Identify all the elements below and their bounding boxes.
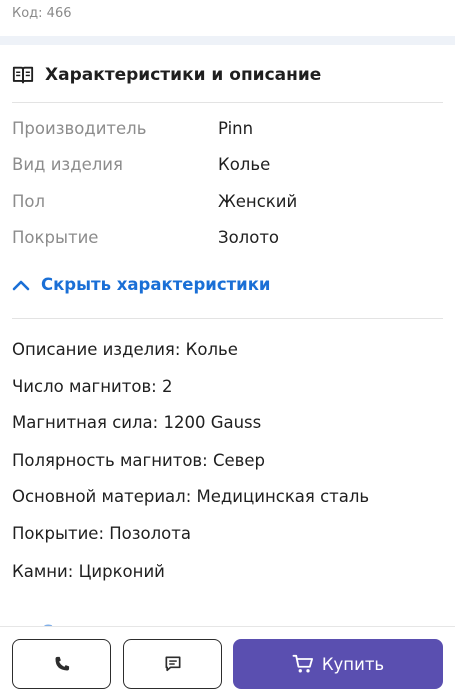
hide-specs-label: Скрыть характеристики (41, 275, 271, 294)
specs-section-title: Характеристики и описание (45, 65, 322, 85)
message-button[interactable] (123, 639, 222, 689)
divider (12, 102, 443, 103)
product-code: Код: 466 (12, 6, 72, 21)
description-line: Описание изделия: Колье (12, 340, 238, 359)
spec-row-product-type: Вид изделия Колье (12, 149, 443, 179)
description-line: Магнитная сила: 1200 Gauss (12, 413, 262, 432)
spec-label: Вид изделия (12, 154, 123, 174)
spec-row-coating: Покрытие Золото (12, 222, 443, 252)
chevron-up-icon (12, 280, 30, 290)
spec-label: Производитель (12, 118, 147, 138)
spec-row-manufacturer: Производитель Pinn (12, 113, 443, 143)
spec-row-gender: Пол Женский (12, 186, 443, 216)
spec-value: Золото (218, 227, 280, 247)
description-line: Число магнитов: 2 (12, 377, 173, 396)
description-line: Покрытие: Позолота (12, 524, 191, 543)
chat-icon (165, 656, 180, 672)
buy-button-label: Купить (321, 654, 385, 674)
call-button[interactable] (12, 639, 111, 689)
description-line: Полярность магнитов: Север (12, 451, 265, 470)
book-icon (12, 66, 34, 84)
specs-section-header: Характеристики и описание (12, 64, 321, 86)
phone-icon (55, 656, 69, 671)
section-separator-band (0, 36, 455, 45)
description-line: Основной материал: Медицинская сталь (12, 487, 370, 506)
spec-label: Покрытие (12, 227, 99, 247)
buy-button[interactable]: Купить (233, 639, 443, 689)
spec-value: Женский (218, 191, 298, 211)
spec-value: Колье (218, 154, 271, 174)
hide-specs-toggle[interactable]: Скрыть характеристики (12, 275, 271, 294)
cart-icon (292, 654, 313, 673)
spec-value: Pinn (218, 118, 254, 138)
bottom-action-bar: Купить (0, 626, 455, 700)
divider (12, 318, 443, 319)
spec-label: Пол (12, 191, 46, 211)
description-line: Камни: Цирконий (12, 562, 165, 581)
